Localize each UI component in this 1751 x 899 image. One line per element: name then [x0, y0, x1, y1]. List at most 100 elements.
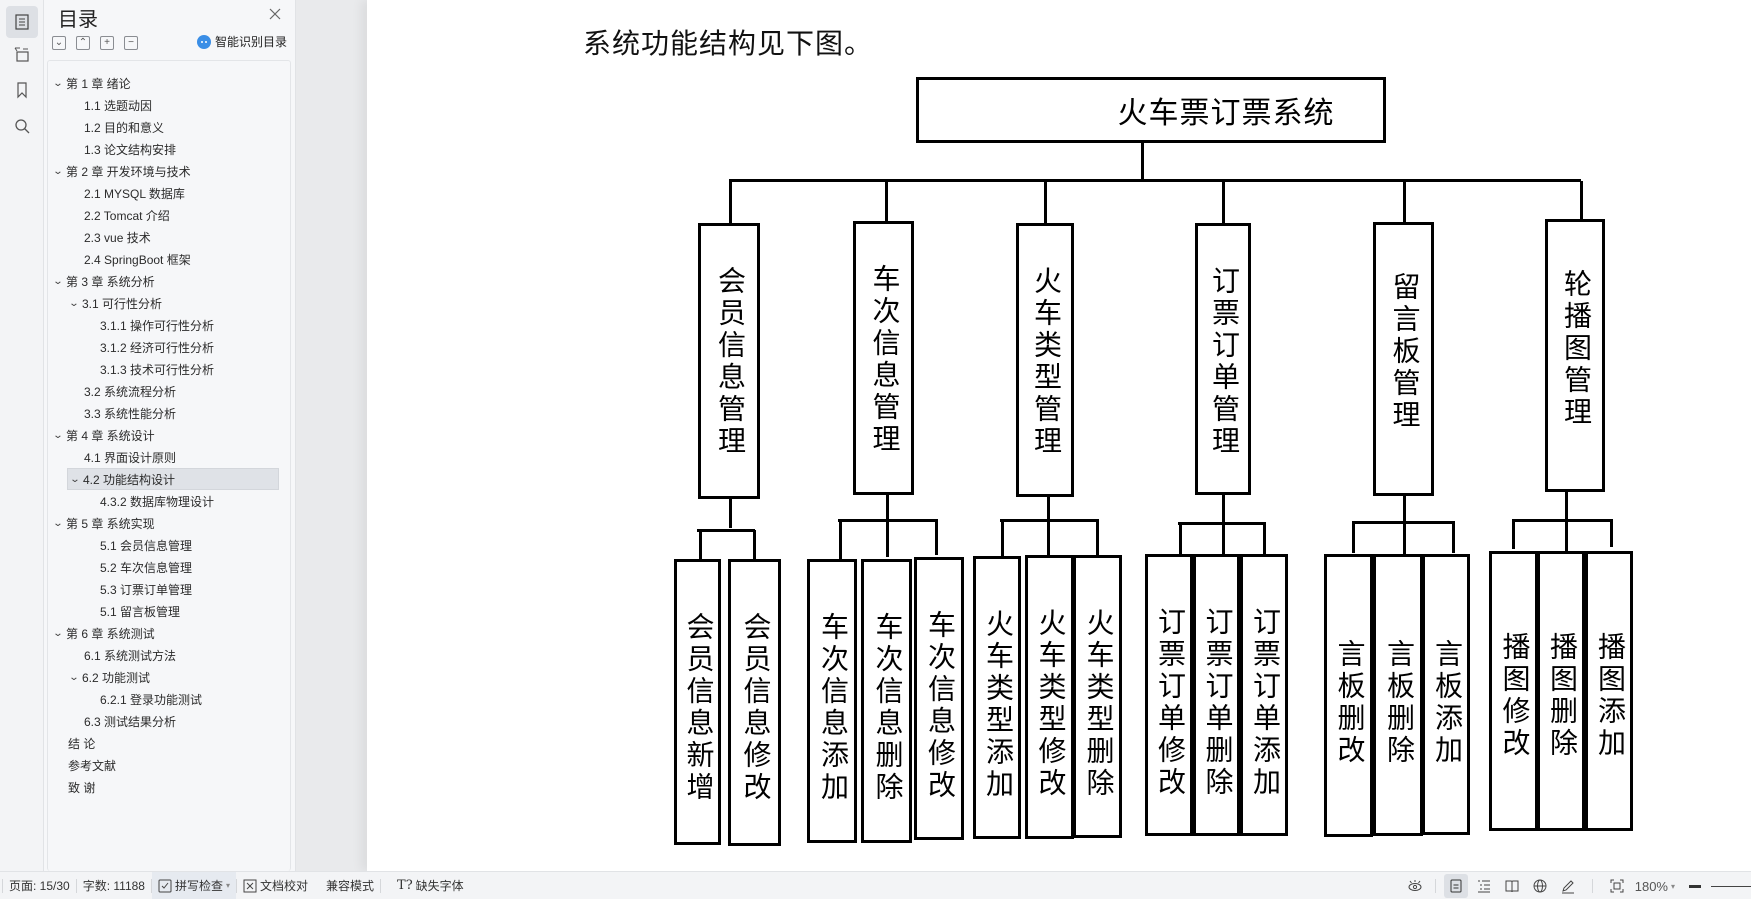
toc-item[interactable]: 2.2 Tomcat 介绍 [48, 204, 170, 226]
toc-item-label: 致 谢 [68, 780, 96, 795]
expand-up-button[interactable]: ⌃ [76, 36, 90, 50]
toc-item[interactable]: ⌄ 3.1 可行性分析 [48, 292, 162, 314]
remove-level-button[interactable]: − [124, 36, 138, 50]
intro-paragraph: 系统功能结构见下图。 [583, 29, 874, 60]
search-icon[interactable] [6, 110, 38, 142]
zoom-out-button[interactable] [1689, 884, 1701, 888]
toc-item-label: 5.2 车次信息管理 [100, 560, 193, 575]
module-node-label: 车次信息管理 [868, 264, 900, 456]
nav-tree-icon[interactable] [6, 38, 38, 70]
missing-font-button[interactable]: T? 缺失字体 [391, 872, 470, 899]
toc-item[interactable]: 5.1 留言板管理 [48, 600, 180, 622]
toc-item[interactable]: ⌄ 第 4 章 系统设计 [48, 424, 155, 446]
smart-toc-button[interactable]: 智能识别目录 [196, 33, 287, 50]
toc-item[interactable]: 3.1.2 经济可行性分析 [48, 336, 214, 358]
proofread-label: 文档校对 [260, 879, 309, 893]
child-node: 播图修改 [1489, 551, 1538, 831]
toc-item[interactable]: 6.3 测试结果分析 [48, 710, 176, 732]
add-level-button[interactable]: + [100, 36, 114, 50]
toc-item[interactable]: ⌄ 第 6 章 系统测试 [48, 622, 155, 644]
toc-item[interactable]: 6.2.1 登录功能测试 [48, 688, 202, 710]
toc-item-label: 1.2 目的和意义 [84, 120, 165, 135]
book-icon [1505, 880, 1519, 893]
toc-item[interactable]: 2.1 MYSQL 数据库 [48, 182, 185, 204]
toc-item[interactable]: 参考文献 [48, 754, 116, 776]
zoom-level-dropdown[interactable]: 180% ▾ [1631, 872, 1679, 899]
chevron-down-icon[interactable]: ⌄ [50, 628, 66, 639]
proofread-button[interactable]: 文档校对 [237, 872, 314, 899]
toc-item[interactable]: 3.3 系统性能分析 [48, 402, 176, 424]
reading-view-button[interactable] [1500, 874, 1524, 898]
chevron-down-icon[interactable]: ⌄ [50, 166, 66, 177]
toc-item[interactable]: 6.1 系统测试方法 [48, 644, 176, 666]
bookmark-icon[interactable] [6, 74, 38, 106]
zoom-slider[interactable] [1711, 885, 1751, 887]
word-count[interactable]: 字数: 11188 [77, 872, 151, 899]
close-icon[interactable] [267, 6, 283, 22]
toc-item[interactable]: ⌄ 第 3 章 系统分析 [48, 270, 155, 292]
toc-item[interactable]: 1.1 选题动因 [48, 94, 152, 116]
globe-icon [1533, 879, 1547, 893]
toc-item[interactable]: 3.1.1 操作可行性分析 [48, 314, 214, 336]
toc-item[interactable]: 5.2 车次信息管理 [48, 556, 192, 578]
toc-item[interactable]: 2.4 SpringBoot 框架 [48, 248, 191, 270]
toc-icon[interactable] [6, 6, 38, 38]
toc-item[interactable]: 4.3.2 数据库物理设计 [48, 490, 214, 512]
toc-item[interactable]: 5.3 订票订单管理 [48, 578, 192, 600]
toc-item-label: 第 5 章 系统实现 [66, 516, 155, 531]
page-view-icon [1450, 879, 1462, 893]
chevron-down-icon[interactable]: ▾ [226, 881, 230, 890]
page-view-button[interactable] [1443, 874, 1468, 898]
toc-item[interactable]: 4.1 界面设计原则 [48, 446, 176, 468]
toc-item[interactable]: 1.2 目的和意义 [48, 116, 164, 138]
module-connector [885, 181, 888, 221]
child-node: 火车类型添加 [973, 556, 1021, 839]
child-node-label: 播图删除 [1546, 632, 1577, 760]
toc-item[interactable]: 3.2 系统流程分析 [48, 380, 176, 402]
toc-item[interactable]: ⌄ 第 2 章 开发环境与技术 [48, 160, 191, 182]
module-connector [1403, 181, 1406, 222]
page-count: 页面: 15/30 [9, 879, 70, 893]
chevron-down-icon[interactable]: ⌄ [50, 518, 66, 529]
toc-item-label: 3.1 可行性分析 [82, 296, 163, 311]
child-node-label: 订票订单修改 [1154, 607, 1185, 799]
child-node-label: 车次信息修改 [924, 610, 955, 802]
chevron-down-icon[interactable]: ⌄ [67, 474, 83, 485]
fit-page-icon [1610, 879, 1624, 893]
child-node: 订票订单添加 [1240, 554, 1288, 836]
child-node: 播图添加 [1585, 551, 1633, 831]
side-icon-strip [0, 0, 44, 871]
toc-item[interactable]: 2.3 vue 技术 [48, 226, 151, 248]
toc-item[interactable]: ⌄ 6.2 功能测试 [48, 666, 150, 688]
toc-item[interactable]: ⌄ 4.2 功能结构设计 [67, 468, 279, 490]
pen-mode-button[interactable] [1556, 874, 1580, 898]
toc-item[interactable]: 1.3 论文结构安排 [48, 138, 176, 160]
page-indicator[interactable]: 页面: 15/30 [3, 872, 76, 899]
toc-item-label: 1.1 选题动因 [84, 98, 153, 113]
module-node-label: 会员信息管理 [714, 266, 745, 458]
collapse-all-button[interactable]: ⌄ [52, 36, 66, 50]
chevron-down-icon[interactable]: ⌄ [50, 430, 66, 441]
chevron-down-icon[interactable]: ⌄ [66, 298, 82, 309]
toc-item[interactable]: 致 谢 [48, 776, 95, 798]
chevron-down-icon[interactable]: ⌄ [50, 276, 66, 287]
module-node: 订票订单管理 [1195, 223, 1251, 495]
smart-toc-label: 智能识别目录 [214, 35, 287, 49]
fit-page-button[interactable] [1605, 874, 1629, 898]
compat-mode[interactable]: 兼容模式 [320, 872, 380, 899]
toc-item[interactable]: 5.1 会员信息管理 [48, 534, 192, 556]
toc-item[interactable]: 结 论 [48, 732, 95, 754]
document-page: 系统功能结构见下图。 火车票订票系统 会员信息管理 会员信息新增 会员信息修改 车次信息… [367, 0, 1751, 871]
chevron-down-icon[interactable]: ⌄ [66, 672, 82, 683]
chevron-down-icon[interactable]: ⌄ [50, 78, 66, 89]
eye-icon [1408, 880, 1422, 891]
toc-item[interactable]: ⌄ 第 5 章 系统实现 [48, 512, 155, 534]
toc-item[interactable]: ⌄ 第 1 章 绪论 [48, 72, 131, 94]
web-view-button[interactable] [1528, 874, 1552, 898]
outline-view-button[interactable] [1472, 874, 1496, 898]
eye-protection-button[interactable] [1403, 874, 1427, 898]
child-node: 火车类型修改 [1025, 555, 1074, 839]
spellcheck-button[interactable]: 拼写检查 ▾ [151, 871, 236, 899]
proofread-icon [243, 879, 257, 892]
toc-item[interactable]: 3.1.3 技术可行性分析 [48, 358, 214, 380]
